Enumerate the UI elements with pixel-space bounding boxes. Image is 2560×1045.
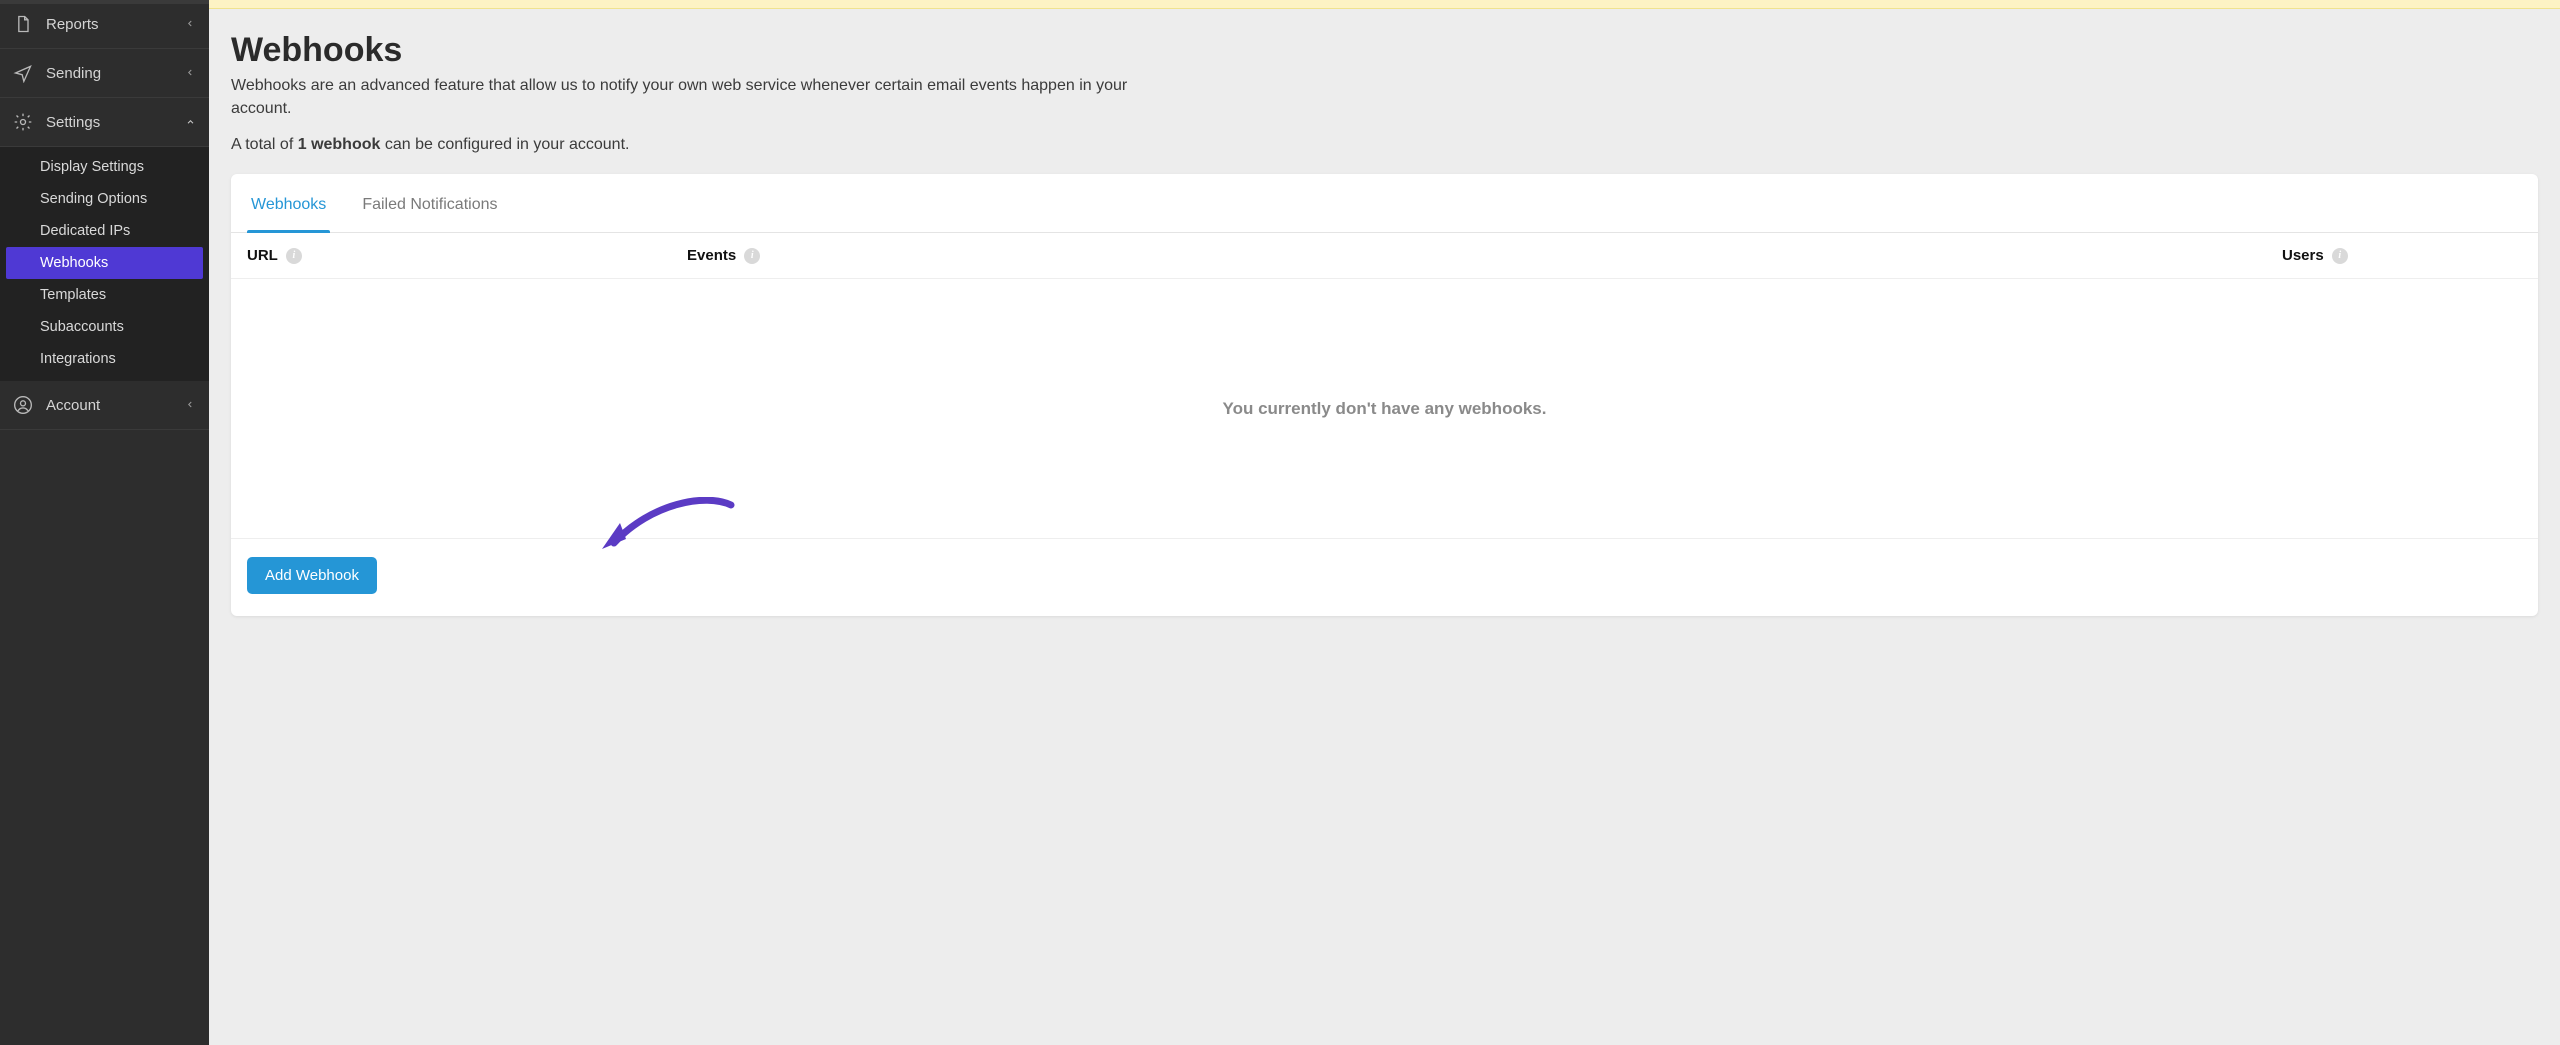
webhooks-panel: Webhooks Failed Notifications URL i Even… <box>231 174 2538 616</box>
sidebar-item-account[interactable]: Account <box>0 381 209 430</box>
page-description: Webhooks are an advanced feature that al… <box>231 74 1131 120</box>
sidebar-item-display-settings[interactable]: Display Settings <box>0 151 209 183</box>
sidebar-item-label: Reports <box>46 16 99 33</box>
add-webhook-button[interactable]: Add Webhook <box>247 557 377 594</box>
page-quota: A total of 1 webhook can be configured i… <box>231 136 2538 154</box>
sidebar-item-label: Account <box>46 397 100 414</box>
sidebar-item-webhooks[interactable]: Webhooks <box>6 247 203 279</box>
sidebar-item-settings[interactable]: Settings <box>0 98 209 147</box>
document-icon <box>12 13 34 35</box>
column-header-events: Events i <box>687 247 2282 264</box>
empty-state: You currently don't have any webhooks. <box>231 279 2538 539</box>
sidebar-item-label: Sending <box>46 65 101 82</box>
panel-tabs: Webhooks Failed Notifications <box>231 174 2538 233</box>
sidebar-item-subaccounts[interactable]: Subaccounts <box>0 311 209 343</box>
sidebar-sublist-settings: Display Settings Sending Options Dedicat… <box>0 147 209 381</box>
chevron-left-icon <box>185 65 195 82</box>
page-title: Webhooks <box>231 31 2538 70</box>
sidebar-item-sending-options[interactable]: Sending Options <box>0 183 209 215</box>
sidebar-item-dedicated-ips[interactable]: Dedicated IPs <box>0 215 209 247</box>
table-header-row: URL i Events i Users i <box>231 233 2538 279</box>
column-header-users: Users i <box>2282 247 2522 264</box>
info-icon[interactable]: i <box>2332 248 2348 264</box>
paper-plane-icon <box>12 62 34 84</box>
sidebar: Reports Sending Settings Display Setting… <box>0 0 209 1045</box>
page-body: Webhooks Webhooks are an advanced featur… <box>209 9 2560 1045</box>
main-content: Webhooks Webhooks are an advanced featur… <box>209 0 2560 1045</box>
user-circle-icon <box>12 394 34 416</box>
tab-failed-notifications[interactable]: Failed Notifications <box>358 174 501 232</box>
info-icon[interactable]: i <box>744 248 760 264</box>
sidebar-item-label: Settings <box>46 114 100 131</box>
info-icon[interactable]: i <box>286 248 302 264</box>
gear-icon <box>12 111 34 133</box>
sidebar-item-integrations[interactable]: Integrations <box>0 343 209 375</box>
notice-banner <box>209 0 2560 9</box>
chevron-left-icon <box>185 397 195 414</box>
sidebar-item-reports[interactable]: Reports <box>0 0 209 49</box>
chevron-down-icon <box>182 117 199 127</box>
column-header-url: URL i <box>247 247 687 264</box>
panel-footer: Add Webhook <box>231 539 2538 616</box>
sidebar-item-sending[interactable]: Sending <box>0 49 209 98</box>
sidebar-item-templates[interactable]: Templates <box>0 279 209 311</box>
tab-webhooks[interactable]: Webhooks <box>247 174 330 232</box>
chevron-left-icon <box>185 16 195 33</box>
